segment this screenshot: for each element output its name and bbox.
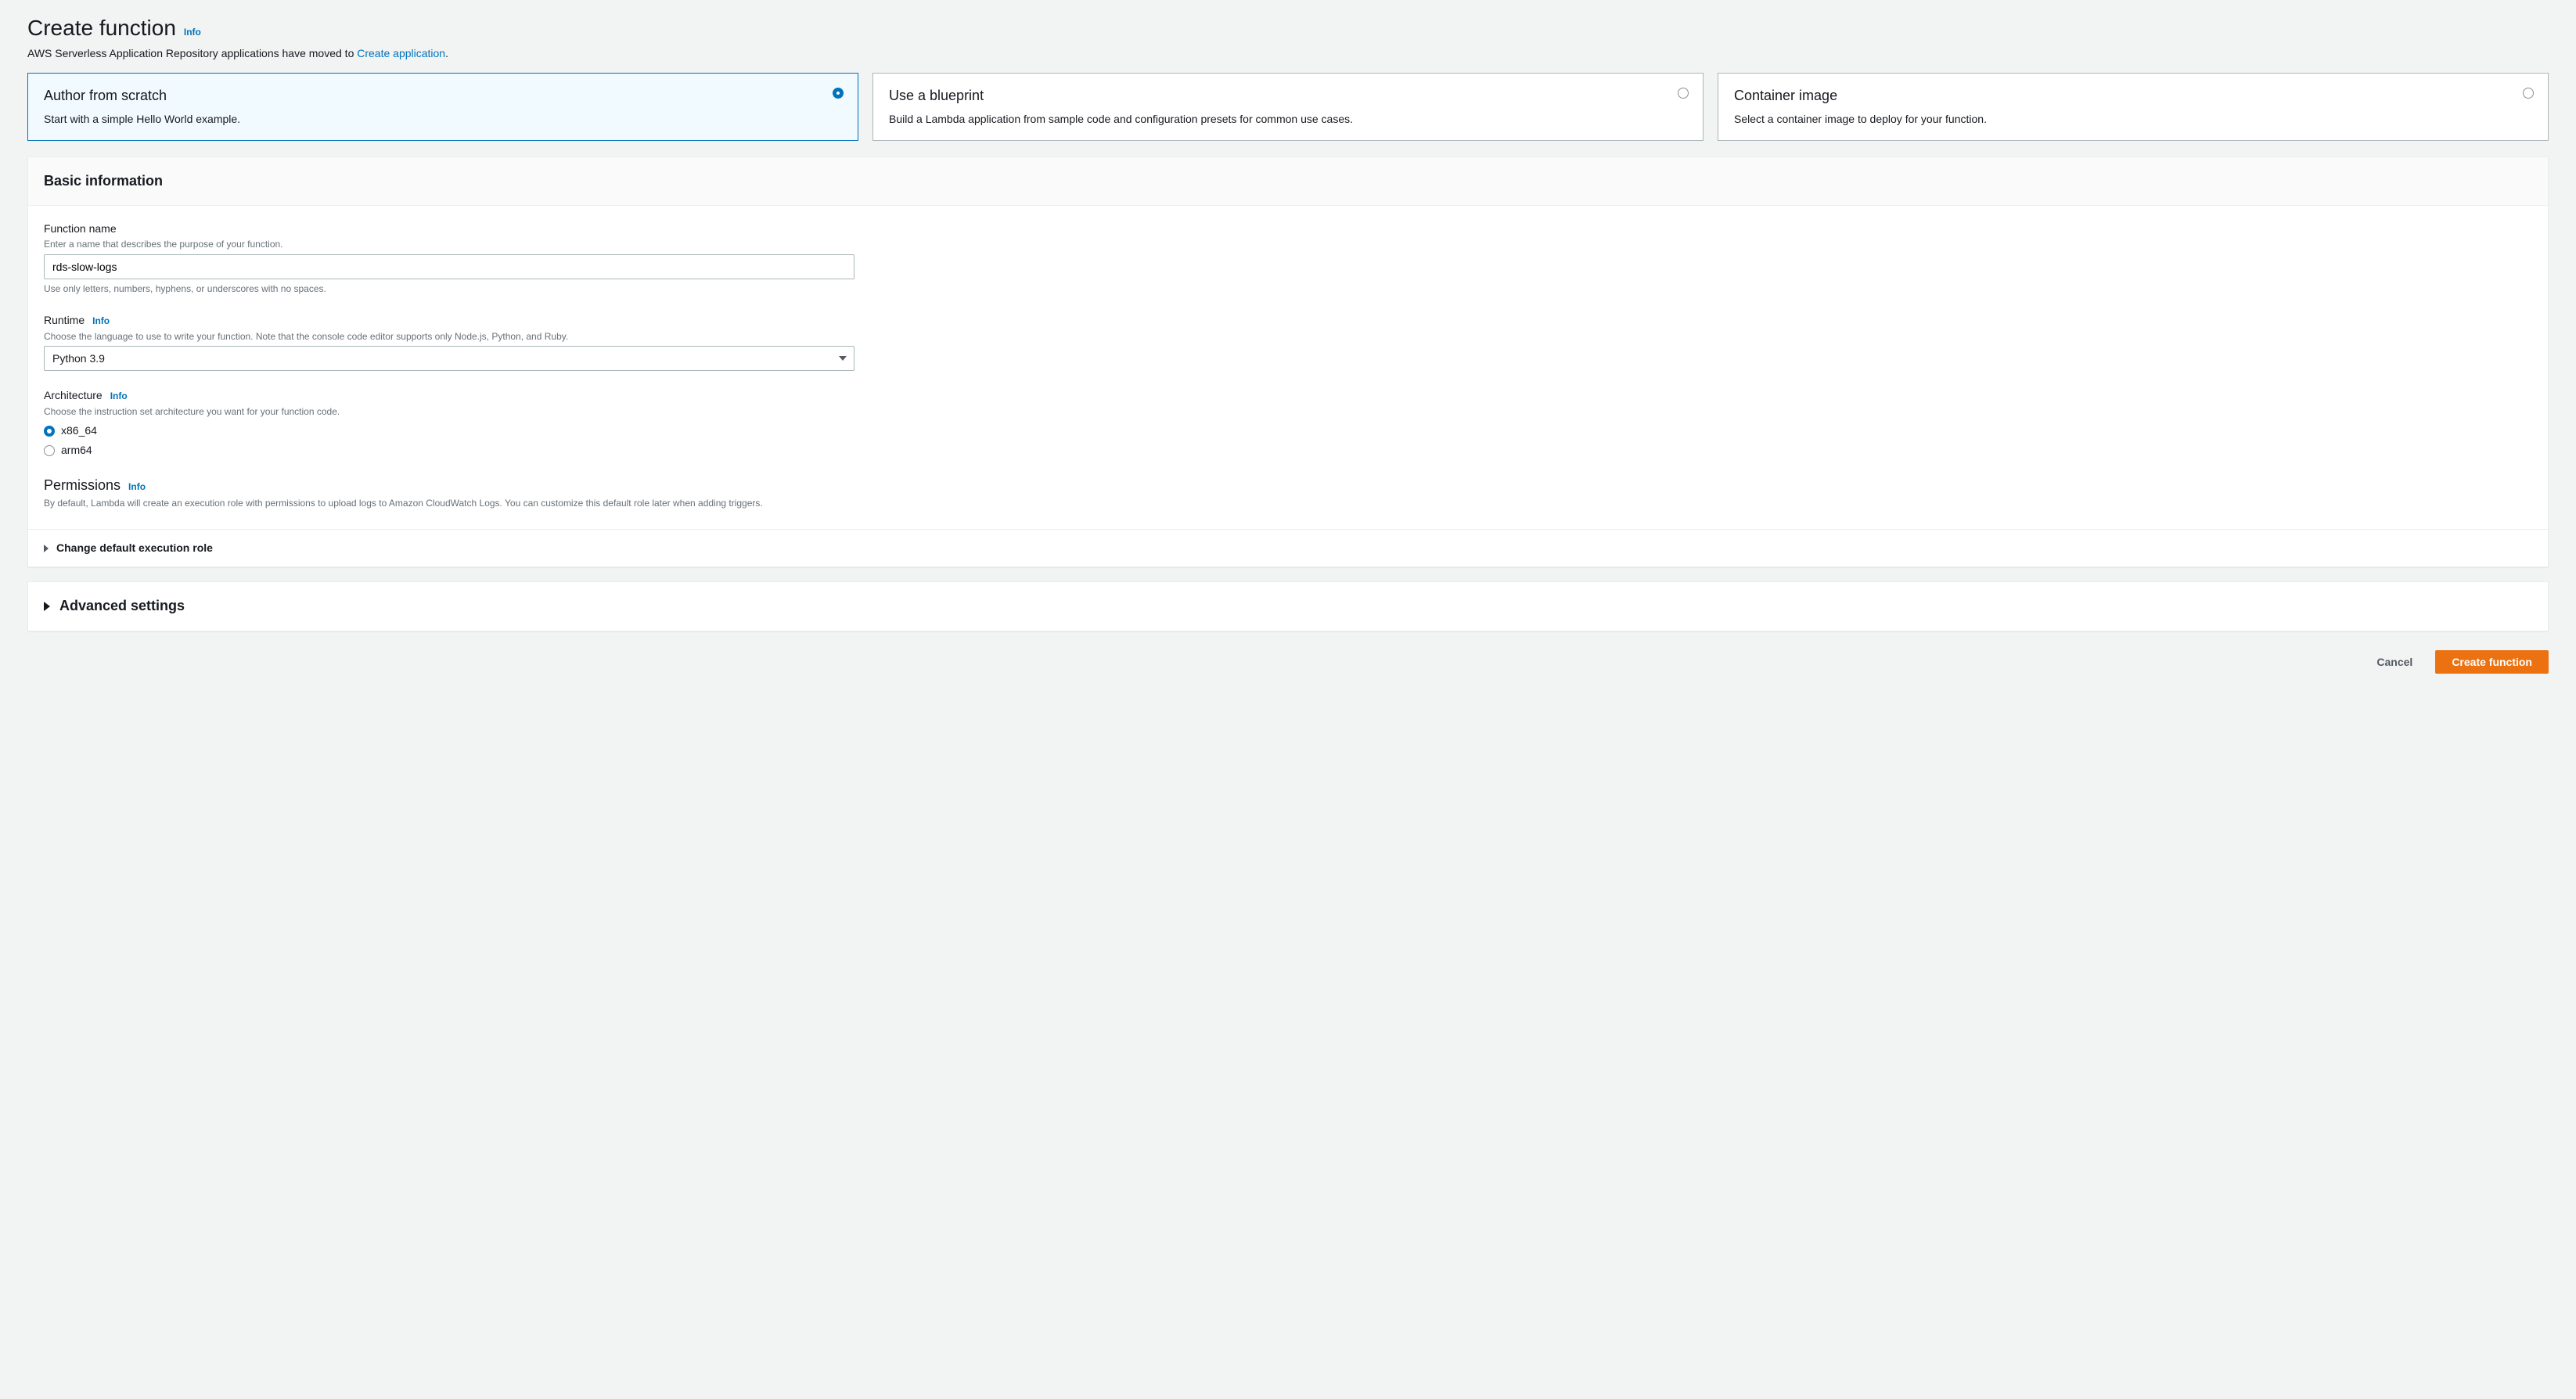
radio-icon: [1678, 88, 1689, 99]
moved-notice-prefix: AWS Serverless Application Repository ap…: [27, 47, 357, 59]
chevron-right-icon: [44, 545, 49, 552]
option-author-from-scratch[interactable]: Author from scratch Start with a simple …: [27, 73, 858, 141]
runtime-group: Runtime Info Choose the language to use …: [44, 313, 2532, 371]
permissions-hint: By default, Lambda will create an execut…: [44, 497, 2532, 510]
runtime-label: Runtime: [44, 313, 85, 329]
option-container-image[interactable]: Container image Select a container image…: [1718, 73, 2549, 141]
option-title: Container image: [1734, 86, 2532, 106]
footer-actions: Cancel Create function: [27, 646, 2549, 674]
info-link-architecture[interactable]: Info: [110, 390, 128, 403]
option-title: Use a blueprint: [889, 86, 1687, 106]
function-name-input[interactable]: [44, 254, 854, 279]
cancel-button[interactable]: Cancel: [2360, 650, 2429, 674]
advanced-settings-toggle[interactable]: Advanced settings: [28, 582, 2548, 630]
architecture-option-label: arm64: [61, 443, 92, 459]
info-link-header[interactable]: Info: [184, 26, 201, 39]
permissions-group: Permissions Info By default, Lambda will…: [44, 476, 2532, 510]
option-title: Author from scratch: [44, 86, 842, 106]
advanced-settings-panel: Advanced settings: [27, 581, 2549, 631]
page-title: Create function: [27, 13, 176, 43]
architecture-option-x86-64[interactable]: x86_64: [44, 423, 2532, 439]
radio-icon: [833, 88, 844, 99]
option-desc: Start with a simple Hello World example.: [44, 112, 842, 128]
option-desc: Select a container image to deploy for y…: [1734, 112, 2532, 128]
basic-information-panel: Basic information Function name Enter a …: [27, 156, 2549, 568]
permissions-label: Permissions: [44, 476, 121, 495]
info-link-permissions[interactable]: Info: [128, 480, 146, 494]
architecture-group: Architecture Info Choose the instruction…: [44, 388, 2532, 459]
info-link-runtime[interactable]: Info: [92, 315, 110, 328]
moved-notice: AWS Serverless Application Repository ap…: [27, 46, 2549, 62]
create-function-button[interactable]: Create function: [2435, 650, 2549, 674]
function-name-hint: Enter a name that describes the purpose …: [44, 238, 2532, 251]
architecture-label: Architecture: [44, 388, 103, 404]
option-use-blueprint[interactable]: Use a blueprint Build a Lambda applicati…: [872, 73, 1704, 141]
change-default-execution-role-toggle[interactable]: Change default execution role: [28, 529, 2548, 567]
moved-notice-suffix: .: [445, 47, 448, 59]
advanced-settings-label: Advanced settings: [59, 596, 185, 616]
architecture-option-label: x86_64: [61, 423, 97, 439]
chevron-right-icon: [44, 602, 50, 611]
chevron-down-icon: [839, 356, 847, 361]
basic-information-heading: Basic information: [28, 157, 2548, 206]
radio-icon: [2523, 88, 2534, 99]
runtime-select-value: Python 3.9: [44, 346, 854, 371]
function-name-help: Use only letters, numbers, hyphens, or u…: [44, 282, 2532, 296]
creation-mode-options: Author from scratch Start with a simple …: [27, 73, 2549, 141]
runtime-select[interactable]: Python 3.9: [44, 346, 854, 371]
create-application-link[interactable]: Create application: [357, 47, 445, 59]
option-desc: Build a Lambda application from sample c…: [889, 112, 1687, 128]
architecture-hint: Choose the instruction set architecture …: [44, 405, 2532, 419]
radio-icon: [44, 426, 55, 437]
radio-icon: [44, 445, 55, 456]
function-name-label: Function name: [44, 221, 117, 237]
runtime-hint: Choose the language to use to write your…: [44, 330, 2532, 343]
execution-role-toggle-label: Change default execution role: [56, 541, 213, 556]
architecture-option-arm64[interactable]: arm64: [44, 443, 2532, 459]
function-name-group: Function name Enter a name that describe…: [44, 221, 2532, 296]
